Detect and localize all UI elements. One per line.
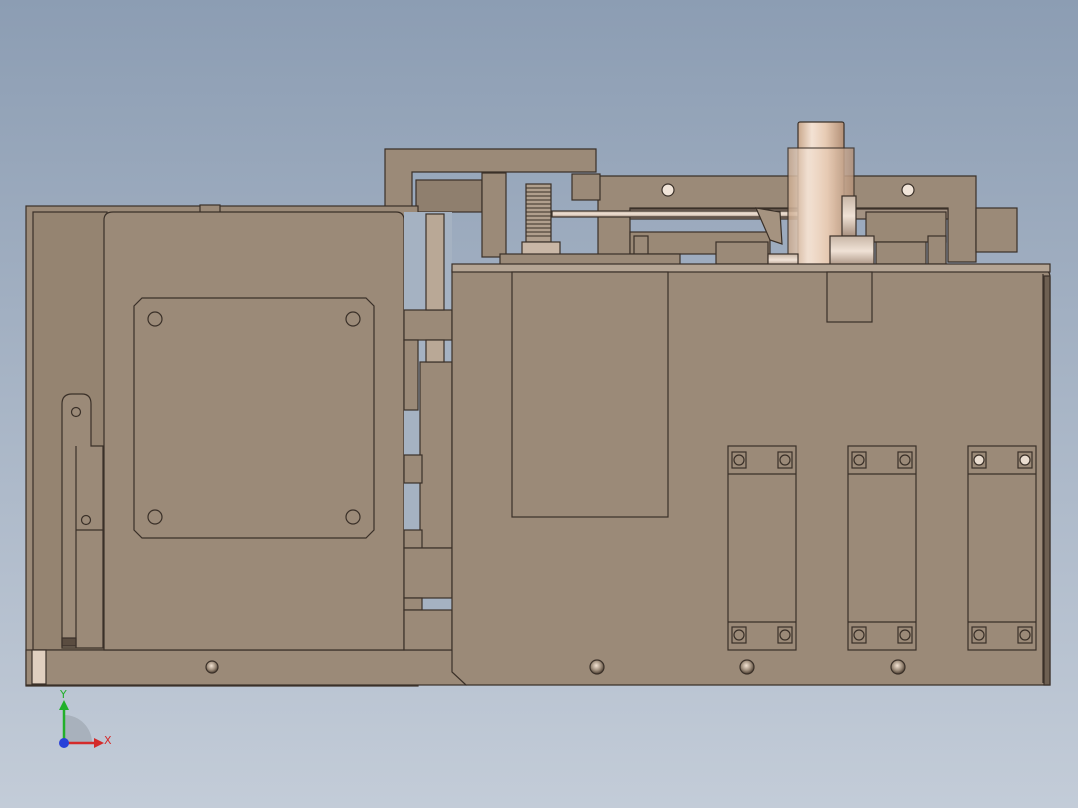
mount-hole-br bbox=[345, 509, 361, 525]
bearing-block-1 bbox=[727, 445, 797, 651]
right-edge-strip bbox=[1043, 275, 1051, 686]
screw-2 bbox=[589, 659, 605, 675]
middle-column bbox=[403, 212, 453, 651]
coordinate-triad: X Y bbox=[59, 688, 112, 748]
motor-mount-plate bbox=[133, 297, 375, 539]
cad-viewport[interactable]: X Y bbox=[0, 0, 1078, 808]
latch-hole-top bbox=[70, 406, 82, 418]
mount-hole-bl bbox=[147, 509, 163, 525]
connector-tab bbox=[826, 271, 873, 323]
x-axis-arrow bbox=[94, 738, 104, 748]
latch-hole-bottom bbox=[80, 514, 92, 526]
gear bbox=[521, 183, 561, 257]
bearing-block-2 bbox=[847, 445, 917, 651]
screw-1 bbox=[205, 660, 219, 674]
y-axis-arrow bbox=[59, 700, 69, 710]
cad-drawing[interactable]: X Y bbox=[0, 0, 1078, 808]
screw-4 bbox=[890, 659, 906, 675]
z-axis-dot bbox=[59, 738, 69, 748]
mount-hole-tl bbox=[147, 311, 163, 327]
mount-hole-tr bbox=[345, 311, 361, 327]
end-block bbox=[975, 207, 1018, 253]
inspection-panel bbox=[511, 271, 669, 518]
y-axis-label: Y bbox=[59, 688, 67, 701]
plate-hole-left bbox=[661, 183, 675, 197]
bearing-block-3 bbox=[967, 445, 1037, 651]
x-axis-label: X bbox=[104, 734, 112, 747]
vertical-post bbox=[481, 172, 507, 258]
screw-3 bbox=[739, 659, 755, 675]
plate-hole-right bbox=[901, 183, 915, 197]
